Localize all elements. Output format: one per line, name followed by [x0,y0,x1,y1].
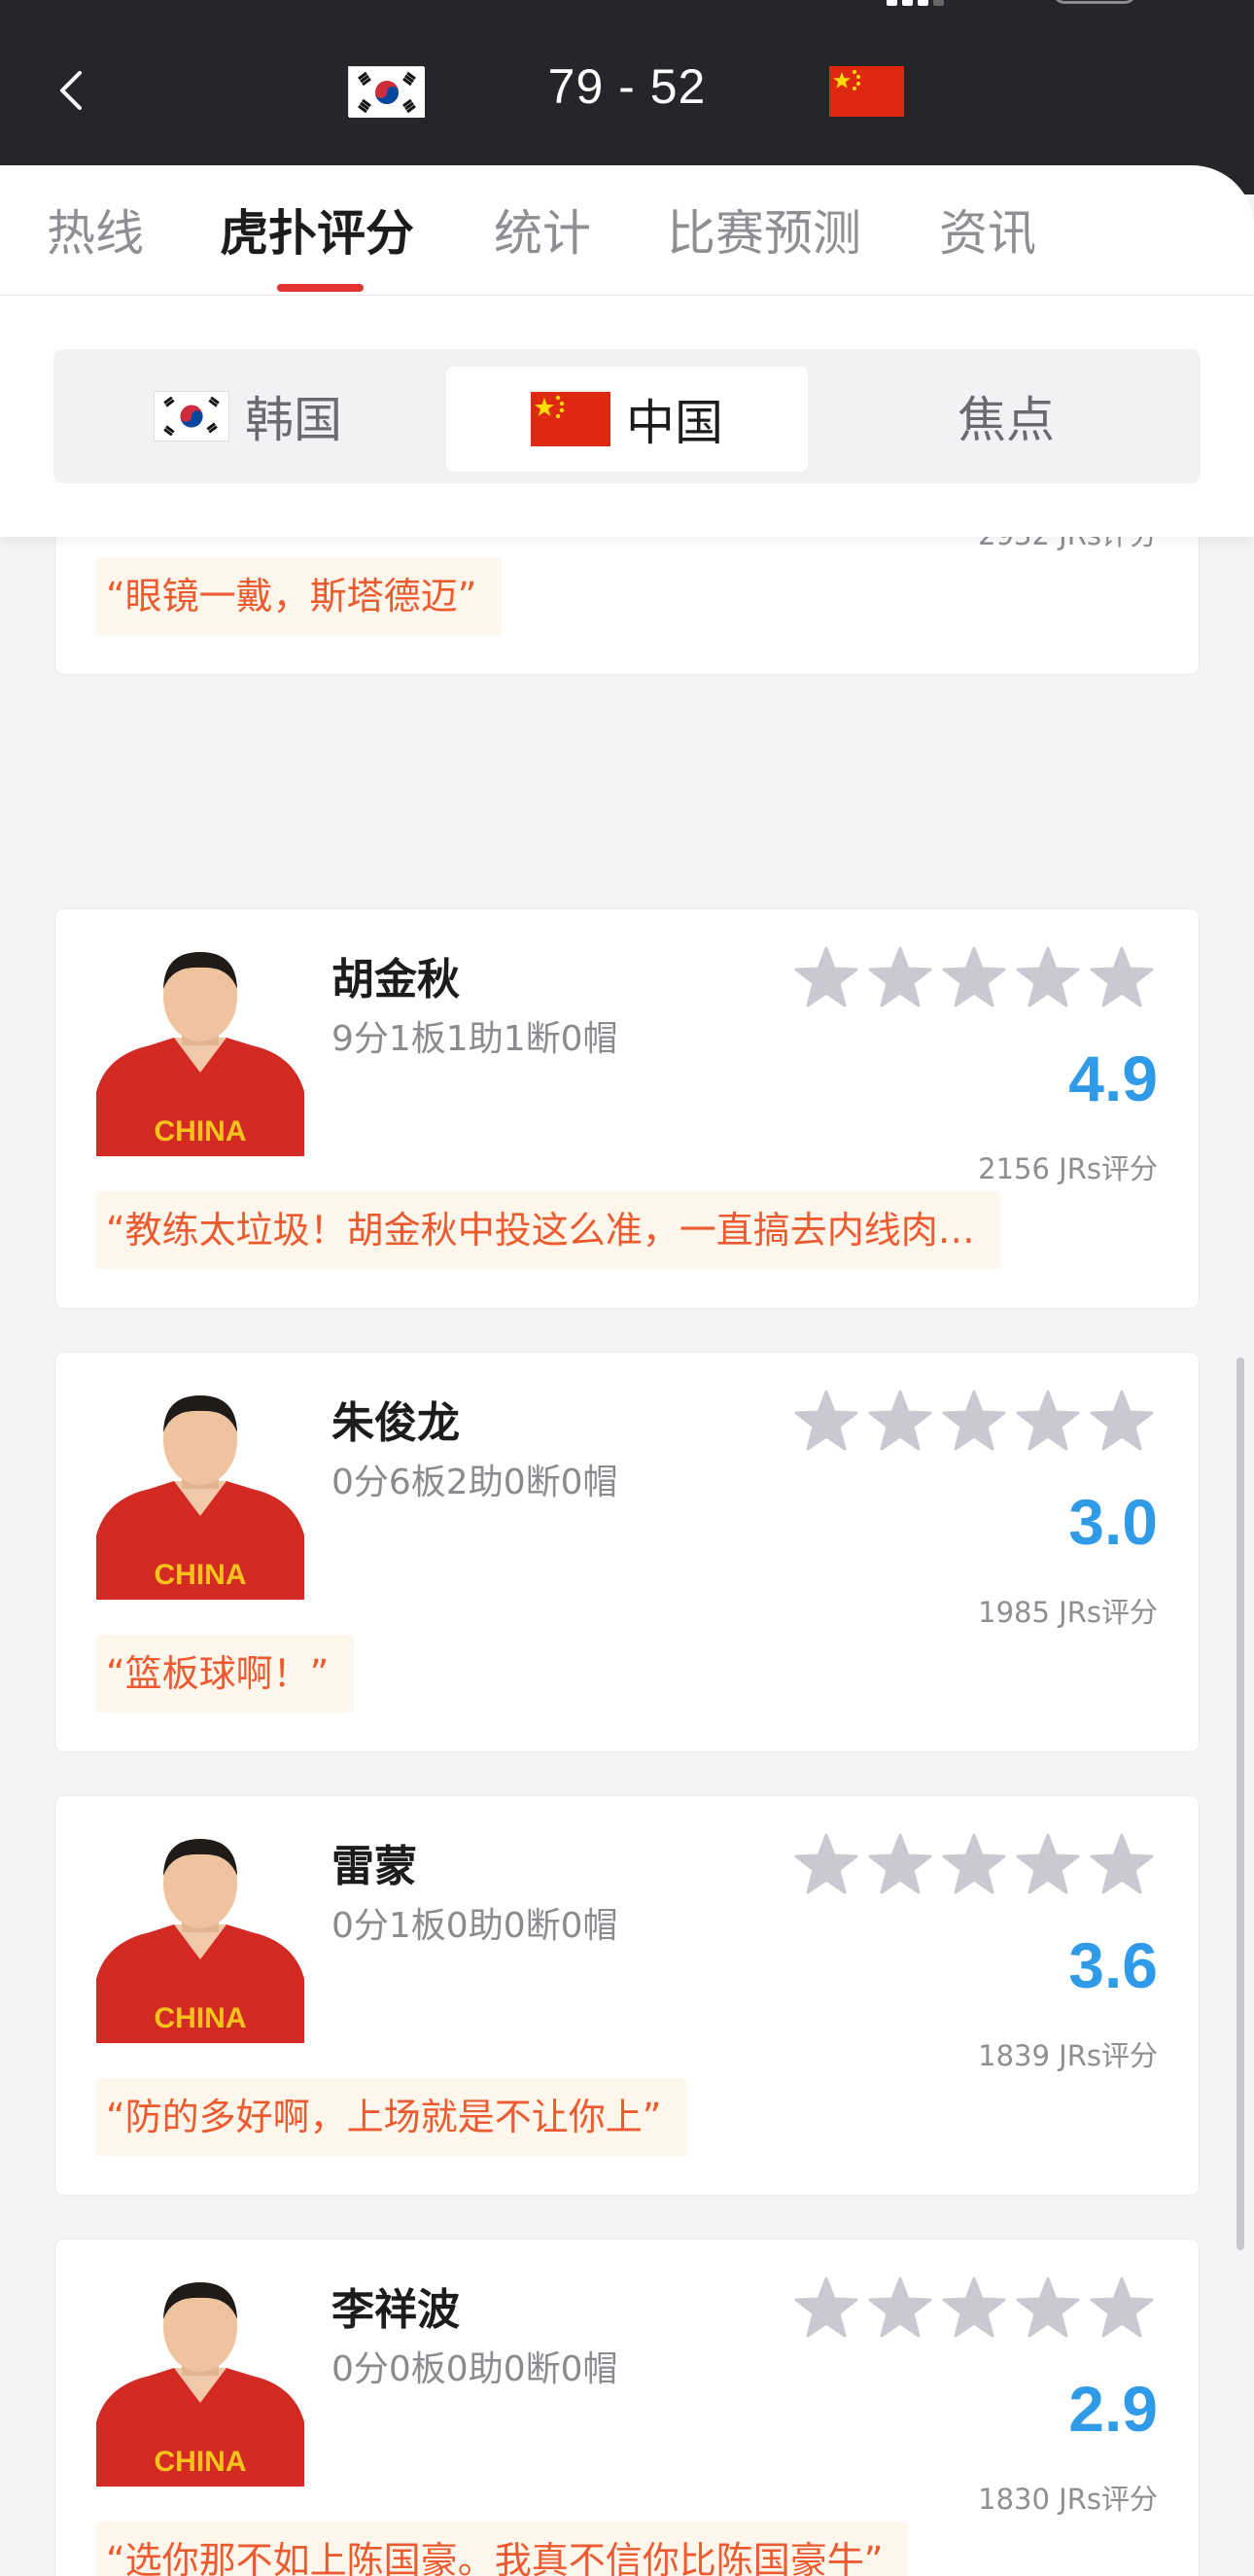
jersey-text: CHINA [155,2002,247,2034]
top-comment[interactable]: “眼镜一戴，斯塔德迈” [96,557,503,635]
star-icon[interactable] [1090,1390,1154,1452]
star-icon[interactable] [1090,946,1154,1008]
player-card[interactable]: CHINA 朱俊龙 0分6板2助0断0帽 3.0 1985 JRs评分 “篮板球… [54,1352,1200,1752]
rating-count: 1985 JRs评分 [978,1596,1158,1629]
player-rating: 3.0 [1068,1486,1158,1558]
star-icon[interactable] [868,946,932,1008]
rating-stars[interactable] [794,2276,1154,2339]
china-flag-icon[interactable] [829,66,904,117]
player-stats: 0分0板0助0断0帽 [331,2349,618,2389]
player-card[interactable]: CHINA 李祥波 0分0板0助0断0帽 2.9 1830 JRs评分 “选你那… [54,2239,1200,2576]
player-rating: 4.9 [1068,1042,1158,1114]
star-icon[interactable] [1016,1390,1080,1452]
back-button[interactable] [49,68,93,113]
rating-count: 1839 JRs评分 [978,2039,1158,2072]
tab-hupu-rating[interactable]: 虎扑评分 [220,194,414,265]
active-tab-indicator [277,284,364,292]
star-icon[interactable] [794,1833,858,1895]
player-rating-list: CHINA 周琦 6分6板0助0断0帽 4.8 2932 JRs评分 “眼镜一戴… [0,537,1254,2576]
top-comment[interactable]: “篮板球啊！” [96,1635,355,1712]
player-name: 胡金秋 [331,955,460,1005]
player-stats: 9分1板1助1断0帽 [331,1019,618,1059]
top-comment[interactable]: “教练太垃圾！胡金秋中投这么准，一直搞去内线肉… [96,1191,1000,1269]
rating-stars[interactable] [794,1833,1154,1895]
jersey-text: CHINA [155,1559,247,1591]
player-name: 雷蒙 [331,1842,417,1891]
signal-icon [887,0,945,6]
star-icon[interactable] [1016,1833,1080,1895]
top-comment[interactable]: “防的多好啊，上场就是不让你上” [96,2078,687,2156]
star-icon[interactable] [1090,1833,1154,1895]
rating-count: 1830 JRs评分 [978,2483,1158,2516]
segment-focus[interactable]: 焦点 [812,349,1201,483]
player-avatar: CHINA [96,1390,304,1600]
tab-news[interactable]: 资讯 [939,194,1036,265]
rating-stars[interactable] [794,1390,1154,1452]
star-icon[interactable] [794,946,858,1008]
player-name: 朱俊龙 [331,1398,460,1448]
star-icon[interactable] [942,2276,1006,2339]
team-segmented-control: 韩国 中国 焦点 [53,349,1201,483]
scrollbar[interactable] [1237,1358,1244,2250]
player-avatar: CHINA [96,2276,304,2487]
tab-hotline[interactable]: 热线 [47,194,144,265]
jersey-text: CHINA [155,1115,247,1147]
star-icon[interactable] [794,1390,858,1452]
chevron-left-icon [60,71,82,110]
player-name: 李祥波 [331,2285,460,2335]
player-rating: 3.6 [1068,1929,1158,2001]
jersey-text: CHINA [155,2446,247,2478]
segment-china-label: 中国 [626,395,723,451]
player-card[interactable]: CHINA 雷蒙 0分1板0助0断0帽 3.6 1839 JRs评分 “防的多好… [54,1795,1200,2196]
star-icon[interactable] [794,2276,858,2339]
china-flag-icon [531,392,610,446]
rating-count: 2156 JRs评分 [978,1152,1158,1185]
match-score: 79 - 52 [547,59,707,114]
status-bar [0,0,1254,14]
star-icon[interactable] [868,2276,932,2339]
tab-stats[interactable]: 统计 [494,194,591,265]
star-icon[interactable] [868,1833,932,1895]
star-icon[interactable] [868,1390,932,1452]
battery-icon [1053,0,1136,4]
star-icon[interactable] [1016,946,1080,1008]
segment-china[interactable]: 中国 [446,367,808,472]
korea-flag-icon [154,391,229,441]
segment-focus-label: 焦点 [958,392,1055,448]
star-icon[interactable] [1016,2276,1080,2339]
rating-count: 2932 JRs评分 [978,537,1158,553]
star-icon[interactable] [942,1833,1006,1895]
player-rating: 2.9 [1068,2373,1158,2445]
tab-prediction[interactable]: 比赛预测 [667,194,861,265]
korea-flag-icon[interactable] [348,66,425,118]
player-stats: 0分1板0助0断0帽 [331,1906,618,1946]
player-avatar: CHINA [96,1833,304,2043]
star-icon[interactable] [1090,2276,1154,2339]
player-card[interactable]: CHINA 胡金秋 9分1板1助1断0帽 4.9 2156 JRs评分 “教练太… [54,908,1200,1309]
player-stats: 0分6板2助0断0帽 [331,1463,618,1502]
rating-stars[interactable] [794,946,1154,1008]
player-avatar: CHINA [96,946,304,1156]
player-card[interactable]: CHINA 周琦 6分6板0助0断0帽 4.8 2932 JRs评分 “眼镜一戴… [54,537,1200,675]
star-icon[interactable] [942,946,1006,1008]
segment-korea-label: 韩国 [245,392,342,448]
segment-korea[interactable]: 韩国 [53,349,442,483]
tab-bar: 热线 虎扑评分 统计 比赛预测 资讯 [0,165,1254,296]
top-comment[interactable]: “选你那不如上陈国豪。我真不信你比陈国豪牛” [96,2522,909,2576]
team-selector-area: 韩国 中国 焦点 [0,296,1254,537]
star-icon[interactable] [942,1390,1006,1452]
